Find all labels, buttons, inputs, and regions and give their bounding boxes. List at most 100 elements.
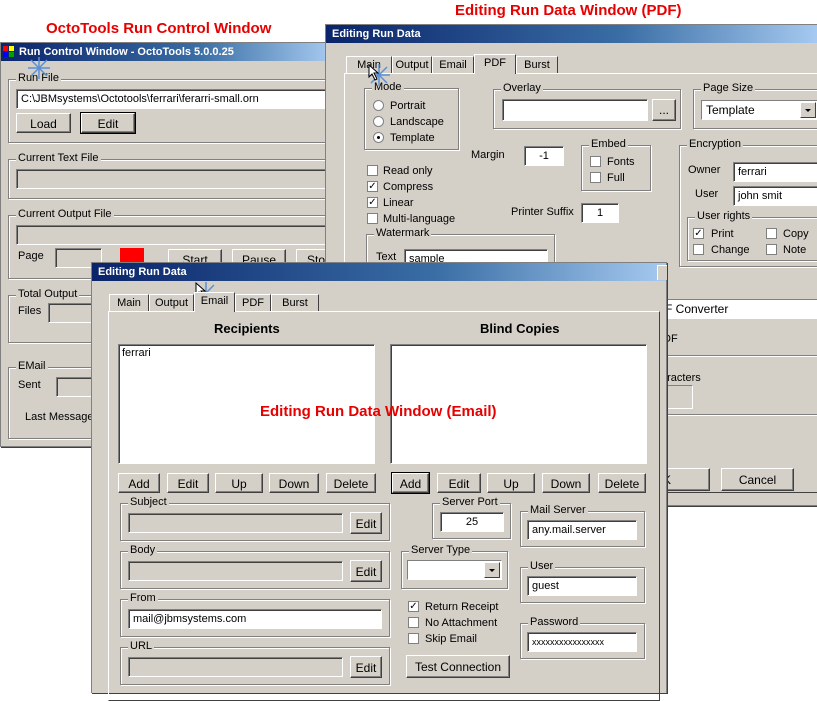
tab-burst[interactable]: Burst <box>271 294 319 311</box>
last-message-label: Last Message <box>25 411 94 423</box>
edit-recipient-button[interactable]: Edit <box>167 473 209 493</box>
pdf-window-titlebar[interactable]: Editing Run Data <box>326 25 817 43</box>
multi-language-label: Multi-language <box>383 213 456 225</box>
tab-email[interactable]: Email <box>432 56 474 73</box>
compress-checkbox[interactable]: ✓ <box>367 181 378 192</box>
page-size-select[interactable]: Template <box>701 100 817 120</box>
tab-email[interactable]: Email <box>194 292 235 312</box>
linear-checkbox[interactable]: ✓ <box>367 197 378 208</box>
tab-output[interactable]: Output <box>392 56 432 73</box>
full-label: Full <box>607 172 625 184</box>
user-rights-label: User rights <box>695 210 753 222</box>
chevron-down-icon[interactable] <box>484 562 500 578</box>
portrait-radio[interactable] <box>373 100 384 111</box>
mail-server-field[interactable]: any.mail.server <box>527 520 637 540</box>
tab-pdf[interactable]: PDF <box>235 294 271 311</box>
recipients-header: Recipients <box>214 321 280 336</box>
cancel-button[interactable]: Cancel <box>721 468 794 491</box>
chevron-down-icon[interactable] <box>800 102 816 118</box>
up-blind-copy-button[interactable]: Up <box>487 473 535 493</box>
return-receipt-label: Return Receipt <box>425 601 499 613</box>
skip-email-checkbox[interactable] <box>408 633 419 644</box>
edit-body-button[interactable]: Edit <box>350 560 382 582</box>
mouse-cursor-icon <box>366 62 390 86</box>
overlay-browse-button[interactable]: ... <box>652 99 676 121</box>
portrait-label: Portrait <box>390 100 426 112</box>
tab-main[interactable]: Main <box>109 294 149 311</box>
no-attachment-checkbox[interactable] <box>408 617 419 628</box>
user-field[interactable]: guest <box>527 576 637 596</box>
from-label: From <box>128 592 158 604</box>
up-recipient-button[interactable]: Up <box>215 473 263 493</box>
run-control-caption: OctoTools Run Control Window <box>46 20 272 37</box>
page-size-value: Template <box>706 103 755 117</box>
print-checkbox[interactable]: ✓ <box>693 228 704 239</box>
load-button[interactable]: Load <box>16 113 71 133</box>
email-status-label: EMail <box>16 360 48 372</box>
landscape-label: Landscape <box>390 116 444 128</box>
margin-label: Margin <box>471 149 505 161</box>
read-only-label: Read only <box>383 165 433 177</box>
server-type-label: Server Type <box>409 544 473 556</box>
change-checkbox[interactable] <box>693 244 704 255</box>
edit-blind-copy-button[interactable]: Edit <box>437 473 481 493</box>
current-output-file-field <box>16 225 336 245</box>
return-receipt-checkbox[interactable]: ✓ <box>408 601 419 612</box>
no-attachment-label: No Attachment <box>425 617 498 629</box>
fonts-label: Fonts <box>607 156 635 168</box>
add-recipient-button[interactable]: Add <box>118 473 160 493</box>
add-blind-copy-button[interactable]: Add <box>391 472 430 494</box>
email-run-data-window: Editing Run Data Main Output Email PDF B… <box>91 262 667 701</box>
delete-blind-copy-button[interactable]: Delete <box>598 473 646 493</box>
full-checkbox[interactable] <box>590 172 601 183</box>
total-output-label: Total Output <box>16 288 80 300</box>
delete-recipient-button[interactable]: Delete <box>326 473 376 493</box>
skip-email-label: Skip Email <box>425 633 477 645</box>
server-type-select[interactable] <box>407 560 502 580</box>
edit-subject-button[interactable]: Edit <box>350 512 382 534</box>
note-label: Note <box>783 244 807 256</box>
landscape-radio[interactable] <box>373 116 384 127</box>
down-recipient-button[interactable]: Down <box>269 473 319 493</box>
tab-pdf[interactable]: PDF <box>474 54 516 74</box>
overlay-field[interactable] <box>502 99 648 121</box>
tab-burst[interactable]: Burst <box>516 56 558 73</box>
edit-run-button[interactable]: Edit <box>80 112 136 134</box>
template-radio[interactable] <box>373 132 384 143</box>
ok-button[interactable]: K <box>660 468 710 491</box>
files-label: Files <box>18 305 42 317</box>
margin-field[interactable]: -1 <box>524 146 564 166</box>
read-only-checkbox[interactable] <box>367 165 378 176</box>
edit-url-button[interactable]: Edit <box>350 656 382 678</box>
printer-suffix-field[interactable]: 1 <box>581 203 619 223</box>
email-window-titlebar[interactable]: Editing Run Data <box>92 263 666 281</box>
user-label: User <box>528 560 556 572</box>
pdf-window-title: Editing Run Data <box>332 28 421 40</box>
encryption-user-field[interactable]: john smit <box>733 186 817 206</box>
password-label: Password <box>528 616 581 628</box>
subject-label: Subject <box>128 496 169 508</box>
multi-language-checkbox[interactable] <box>367 213 378 224</box>
password-field[interactable]: xxxxxxxxxxxxxxxx <box>527 632 637 652</box>
converter-select[interactable]: F Converter <box>661 299 817 319</box>
owner-field[interactable]: ferrari <box>733 162 817 182</box>
current-text-file-label: Current Text File <box>16 152 101 164</box>
list-item[interactable]: ferrari <box>122 347 371 359</box>
note-checkbox[interactable] <box>766 244 777 255</box>
email-window-caption: Editing Run Data Window (Email) <box>260 403 497 420</box>
overlay-label: Overlay <box>501 82 543 94</box>
server-port-label: Server Port <box>440 496 500 508</box>
tab-output[interactable]: Output <box>149 294 194 311</box>
app-icon <box>3 46 15 58</box>
fonts-checkbox[interactable] <box>590 156 601 167</box>
close-icon[interactable] <box>657 265 667 280</box>
copy-checkbox[interactable] <box>766 228 777 239</box>
from-field[interactable]: mail@jbmsystems.com <box>128 609 382 629</box>
test-connection-button[interactable]: Test Connection <box>406 655 510 678</box>
body-field <box>128 561 343 581</box>
down-blind-copy-button[interactable]: Down <box>542 473 590 493</box>
server-port-field[interactable]: 25 <box>440 512 504 532</box>
template-label: Template <box>390 132 435 144</box>
printer-suffix-label: Printer Suffix <box>511 206 574 218</box>
run-file-field[interactable]: C:\JBMsystems\Octotools\ferrari\ferarri-… <box>16 89 336 109</box>
